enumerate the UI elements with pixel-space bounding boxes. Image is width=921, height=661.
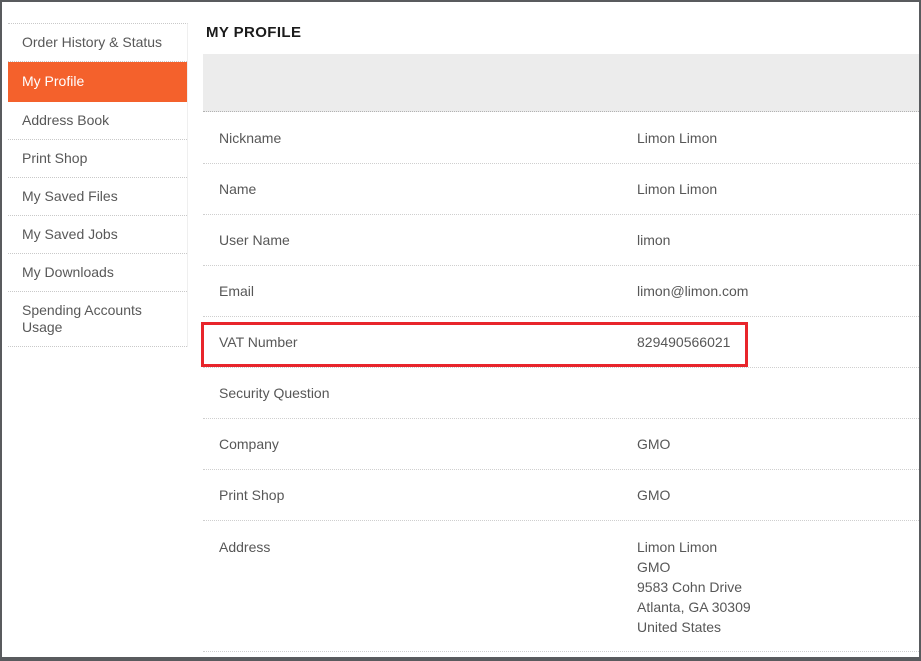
account-sidebar: Order History & StatusMy ProfileAddress … (8, 23, 188, 347)
sidebar-item-my-saved-files[interactable]: My Saved Files (8, 178, 187, 216)
field-label: User Name (203, 232, 637, 248)
field-label: VAT Number (203, 334, 637, 350)
profile-field-row-security-question: Security Question (203, 368, 919, 419)
field-value: Limon Limon (637, 128, 919, 148)
address-line: 9583 Cohn Drive (637, 577, 919, 597)
sidebar-item-my-profile[interactable]: My Profile (8, 62, 187, 102)
profile-header-bar (203, 54, 919, 112)
address-line: GMO (637, 557, 919, 577)
profile-field-row-vat-number: VAT Number829490566021 (203, 317, 919, 368)
field-label: Nickname (203, 130, 637, 146)
profile-field-row-address: AddressLimon LimonGMO9583 Cohn DriveAtla… (203, 521, 919, 652)
field-value: 829490566021 (637, 332, 919, 352)
sidebar-item-order-history-status[interactable]: Order History & Status (8, 24, 187, 62)
profile-field-row-name: NameLimon Limon (203, 164, 919, 215)
profile-field-row-company: CompanyGMO (203, 419, 919, 470)
field-value: GMO (637, 434, 919, 454)
field-label: Print Shop (203, 487, 637, 503)
profile-fields-table: NicknameLimon LimonNameLimon LimonUser N… (203, 113, 919, 652)
field-value: limon (637, 230, 919, 250)
address-line: Atlanta, GA 30309 (637, 597, 919, 617)
sidebar-item-print-shop[interactable]: Print Shop (8, 140, 187, 178)
sidebar-item-address-book[interactable]: Address Book (8, 102, 187, 140)
field-label: Email (203, 283, 637, 299)
page-title: MY PROFILE (206, 24, 301, 41)
address-line: United States (637, 617, 919, 637)
field-value: Limon Limon (637, 179, 919, 199)
field-label: Company (203, 436, 637, 452)
profile-field-row-user-name: User Namelimon (203, 215, 919, 266)
field-value: limon@limon.com (637, 281, 919, 301)
profile-field-row-nickname: NicknameLimon Limon (203, 113, 919, 164)
sidebar-item-my-downloads[interactable]: My Downloads (8, 254, 187, 292)
field-value: GMO (637, 485, 919, 505)
sidebar-item-my-saved-jobs[interactable]: My Saved Jobs (8, 216, 187, 254)
profile-field-row-print-shop: Print ShopGMO (203, 470, 919, 521)
field-value: Limon LimonGMO9583 Cohn DriveAtlanta, GA… (637, 537, 919, 637)
field-label: Security Question (203, 385, 637, 401)
address-line: Limon Limon (637, 537, 919, 557)
sidebar-item-spending-accounts-usage[interactable]: Spending Accounts Usage (8, 292, 187, 347)
field-label: Name (203, 181, 637, 197)
profile-field-row-email: Emaillimon@limon.com (203, 266, 919, 317)
field-label: Address (203, 537, 637, 555)
